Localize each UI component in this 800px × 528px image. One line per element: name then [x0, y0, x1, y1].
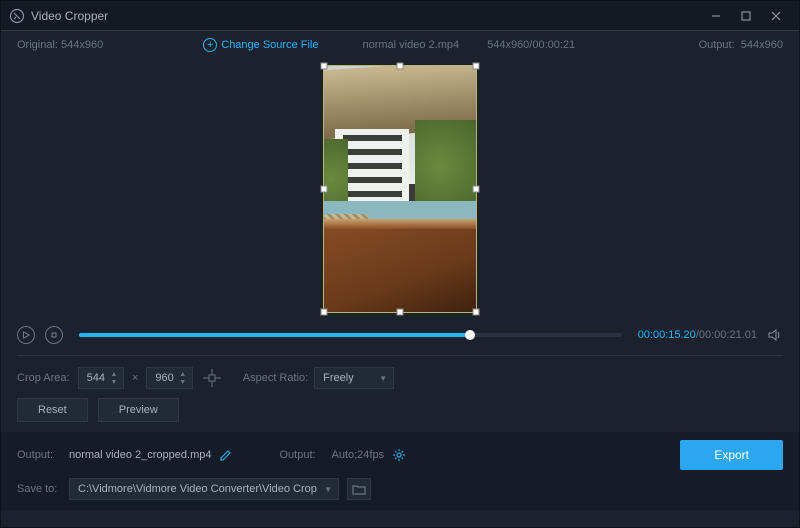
output-dims-value: 544x960: [741, 39, 783, 51]
close-button[interactable]: [761, 1, 791, 31]
app-window: Video Cropper Original: 544x960 + Change…: [0, 0, 800, 528]
crop-area-label: Crop Area:: [17, 372, 70, 384]
preview-button[interactable]: Preview: [98, 398, 179, 422]
crop-handle-tm[interactable]: [397, 63, 404, 70]
output-name-row: Output: normal video 2_cropped.mp4 Outpu…: [17, 440, 783, 470]
timeline-progress: [79, 333, 470, 337]
crop-height-input[interactable]: 960 ▲▼: [146, 367, 192, 389]
reset-label: Reset: [38, 404, 67, 416]
crop-handle-tr[interactable]: [473, 63, 480, 70]
titlebar: Video Cropper: [1, 1, 799, 31]
save-path-select[interactable]: C:\Vidmore\Vidmore Video Converter\Video…: [69, 478, 339, 500]
height-down[interactable]: ▼: [178, 378, 188, 386]
minimize-button[interactable]: [701, 1, 731, 31]
crop-height-value: 960: [155, 372, 173, 384]
edit-name-button[interactable]: [219, 448, 233, 462]
width-down[interactable]: ▼: [109, 378, 119, 386]
output-format-value: Auto;24fps: [331, 449, 384, 461]
preview-label: Preview: [119, 404, 158, 416]
crop-handle-tl[interactable]: [321, 63, 328, 70]
crop-handle-bl[interactable]: [321, 309, 328, 316]
original-dims: 544x960: [61, 39, 103, 51]
divider: [17, 355, 783, 356]
timeline-slider[interactable]: [79, 333, 622, 337]
output-dims-label: Output:: [699, 39, 735, 51]
filename-text: normal video 2.mp4: [362, 39, 459, 51]
reset-button[interactable]: Reset: [17, 398, 88, 422]
aspect-ratio-value: Freely: [323, 372, 354, 384]
output-filename: normal video 2_cropped.mp4: [69, 449, 211, 461]
center-crop-button[interactable]: [201, 367, 223, 389]
crop-width-input[interactable]: 544 ▲▼: [78, 367, 124, 389]
time-current: 00:00:15.20: [638, 329, 696, 341]
time-total: 00:00:21.01: [699, 329, 757, 341]
crop-settings-row: Crop Area: 544 ▲▼ × 960 ▲▼ Aspect Ratio:…: [1, 360, 799, 396]
output-format-label: Output:: [279, 449, 323, 461]
crop-handle-br[interactable]: [473, 309, 480, 316]
timecode: 00:00:15.20/00:00:21.01: [638, 329, 757, 341]
crop-box[interactable]: [323, 65, 477, 313]
save-to-row: Save to: C:\Vidmore\Vidmore Video Conver…: [17, 478, 783, 500]
aspect-ratio-select[interactable]: Freely: [314, 367, 394, 389]
info-bar: Original: 544x960 + Change Source File n…: [1, 31, 799, 59]
save-to-label: Save to:: [17, 483, 61, 495]
save-path-value: C:\Vidmore\Vidmore Video Converter\Video…: [78, 483, 317, 495]
timeline-knob[interactable]: [465, 330, 475, 340]
maximize-button[interactable]: [731, 1, 761, 31]
output-name-label: Output:: [17, 449, 61, 461]
width-up[interactable]: ▲: [109, 370, 119, 378]
video-frame[interactable]: [323, 65, 477, 313]
app-title: Video Cropper: [31, 9, 108, 23]
app-icon: [9, 8, 25, 24]
output-settings-button[interactable]: [392, 448, 406, 462]
plus-icon: +: [203, 38, 217, 52]
crop-handle-ml[interactable]: [321, 186, 328, 193]
crop-width-value: 544: [87, 372, 105, 384]
export-label: Export: [714, 448, 749, 462]
dims-time-text: 544x960/00:00:21: [487, 39, 575, 51]
volume-icon[interactable]: [767, 327, 783, 343]
original-label: Original:: [17, 39, 58, 51]
stop-button[interactable]: [45, 326, 63, 344]
change-source-label: Change Source File: [221, 39, 318, 51]
open-folder-button[interactable]: [347, 478, 371, 500]
crop-handle-mr[interactable]: [473, 186, 480, 193]
height-up[interactable]: ▲: [178, 370, 188, 378]
action-buttons-row: Reset Preview: [1, 396, 799, 432]
change-source-button[interactable]: + Change Source File: [203, 38, 318, 52]
crop-handle-bm[interactable]: [397, 309, 404, 316]
times-symbol: ×: [132, 372, 138, 384]
play-button[interactable]: [17, 326, 35, 344]
output-panel: Output: normal video 2_cropped.mp4 Outpu…: [1, 432, 799, 510]
aspect-ratio-label: Aspect Ratio:: [243, 372, 308, 384]
export-button[interactable]: Export: [680, 440, 783, 470]
preview-area: [1, 59, 799, 319]
playback-bar: 00:00:15.20/00:00:21.01: [1, 319, 799, 351]
